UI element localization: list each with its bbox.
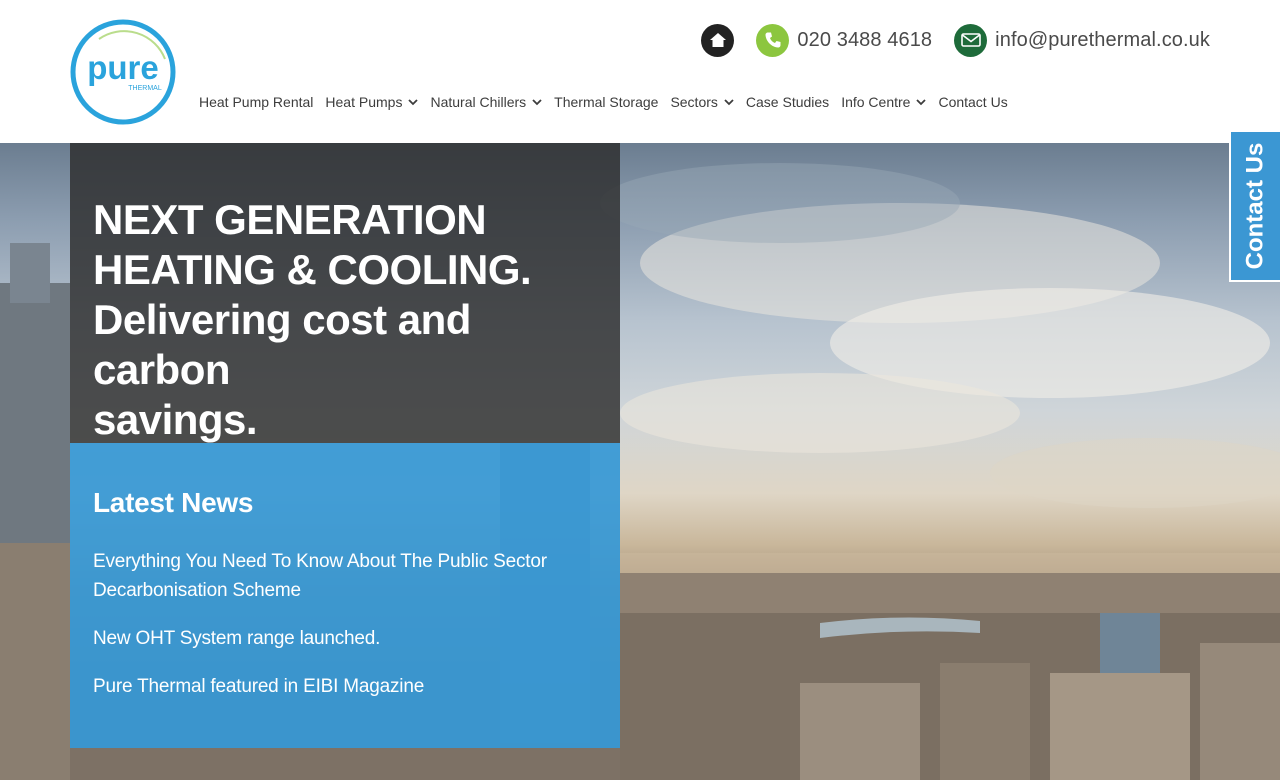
nav-heat-pump-rental[interactable]: Heat Pump Rental (199, 94, 313, 110)
chevron-down-icon (724, 98, 734, 106)
chevron-down-icon (408, 98, 419, 106)
hero-headline: NEXT GENERATION HEATING & COOLING. Deliv… (93, 195, 597, 445)
nav-info-centre[interactable]: Info Centre (841, 94, 927, 110)
nav-label: Thermal Storage (554, 94, 659, 110)
home-icon (701, 23, 735, 57)
nav-thermal-storage[interactable]: Thermal Storage (554, 94, 658, 110)
nav-case-studies[interactable]: Case Studies (746, 94, 829, 110)
news-link[interactable]: Pure Thermal featured in EIBI Magazine (93, 672, 597, 701)
hero-banner: NEXT GENERATION HEATING & COOLING. Deliv… (0, 143, 1280, 780)
nav-sectors[interactable]: Sectors (670, 94, 734, 110)
page: pure THERMAL 020 3488 4618 info@purether… (0, 0, 1280, 780)
hero-headline-panel: NEXT GENERATION HEATING & COOLING. Deliv… (70, 143, 620, 443)
main-nav: Heat Pump Rental Heat Pumps Natural Chil… (199, 91, 1020, 113)
nav-label: Heat Pump Rental (199, 94, 314, 110)
contact-us-side-tab[interactable]: Contact Us (1229, 130, 1280, 282)
nav-heat-pumps[interactable]: Heat Pumps (325, 94, 419, 110)
nav-label: Heat Pumps (325, 94, 403, 110)
nav-natural-chillers[interactable]: Natural Chillers (430, 94, 542, 110)
svg-text:THERMAL: THERMAL (128, 85, 162, 92)
pure-thermal-logo[interactable]: pure THERMAL (69, 19, 179, 125)
nav-label: Natural Chillers (430, 94, 527, 110)
chevron-down-icon (916, 98, 927, 106)
phone-icon (756, 23, 790, 57)
nav-label: Info Centre (841, 94, 911, 110)
email-address: info@purethermal.co.uk (995, 28, 1210, 51)
home-link[interactable] (701, 23, 735, 57)
headline-line-3: Delivering cost and carbon (93, 296, 471, 393)
email-icon (954, 23, 988, 57)
news-link[interactable]: New OHT System range launched. (93, 624, 597, 653)
email-link[interactable]: info@purethermal.co.uk (954, 23, 1210, 57)
nav-contact-us[interactable]: Contact Us (938, 94, 1007, 110)
headline-line-4: savings. (93, 396, 258, 443)
chevron-down-icon (532, 98, 542, 106)
contact-bar: 020 3488 4618 info@purethermal.co.uk (679, 22, 1210, 58)
headline-line-2: HEATING & COOLING. (93, 246, 532, 293)
headline-line-1: NEXT GENERATION (93, 196, 487, 243)
side-tab-label: Contact Us (1241, 142, 1269, 270)
phone-link[interactable]: 020 3488 4618 (756, 23, 933, 57)
latest-news-title: Latest News (93, 487, 254, 518)
svg-text:pure: pure (87, 49, 159, 86)
nav-label: Case Studies (745, 94, 830, 110)
latest-news-panel: Latest News Everything You Need To Know … (70, 443, 620, 748)
site-header: pure THERMAL 020 3488 4618 info@purether… (0, 0, 1280, 143)
phone-number: 020 3488 4618 (797, 28, 933, 51)
nav-label: Contact Us (938, 94, 1008, 110)
nav-label: Sectors (670, 94, 718, 110)
news-link[interactable]: Everything You Need To Know About The Pu… (93, 547, 597, 605)
